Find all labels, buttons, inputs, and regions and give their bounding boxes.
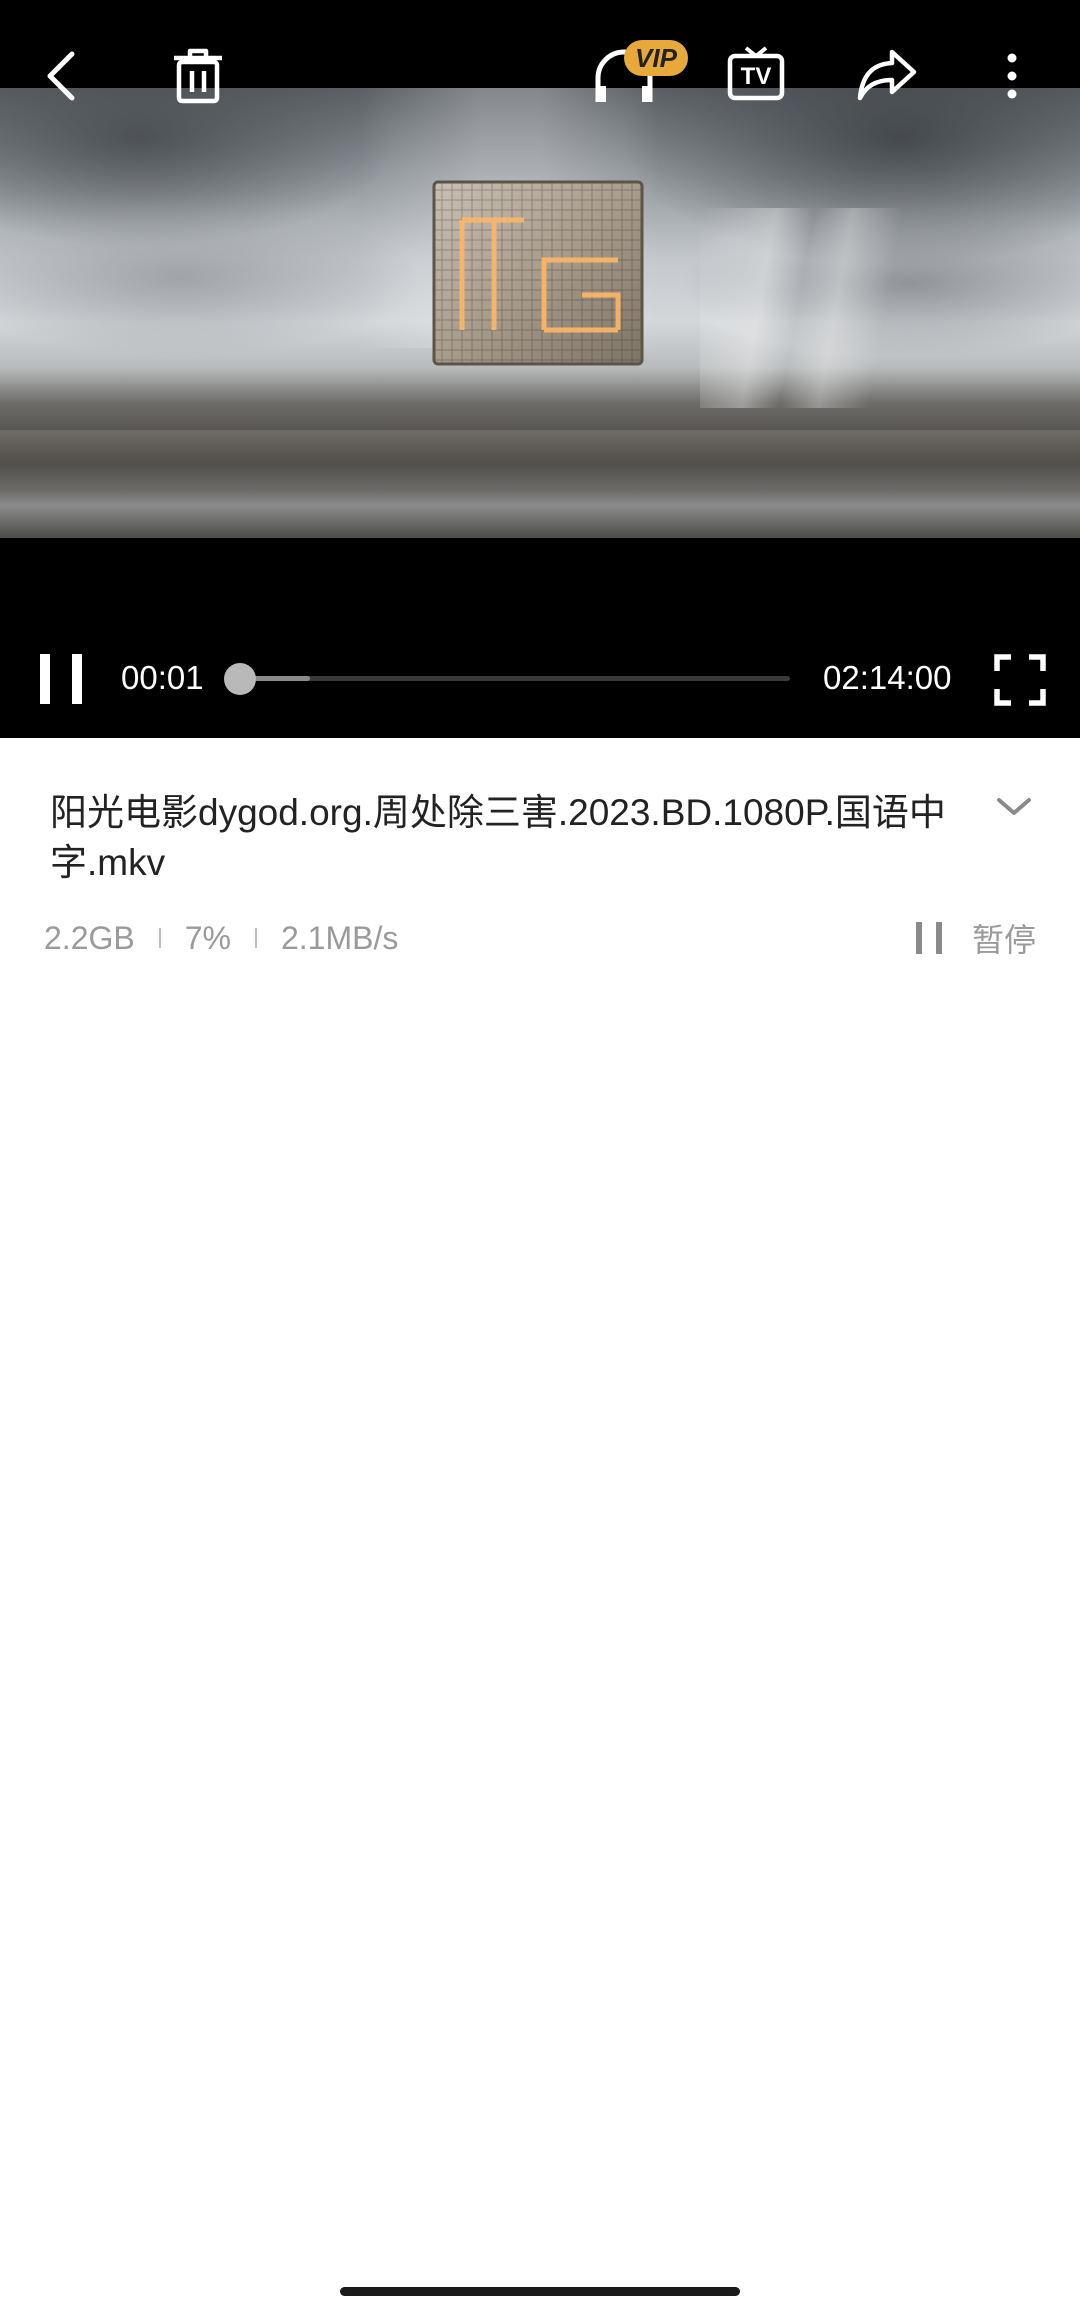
player-top-bar: VIP TV	[0, 0, 1080, 150]
pause-icon	[915, 922, 942, 954]
seek-bar[interactable]	[238, 676, 790, 681]
divider	[158, 928, 161, 948]
chevron-down-icon[interactable]	[996, 796, 1032, 818]
download-percent: 7%	[184, 919, 231, 956]
pause-download-button[interactable]: 暂停	[914, 914, 1036, 962]
file-size: 2.2GB	[44, 919, 135, 956]
trash-icon[interactable]	[168, 46, 228, 106]
light-rays	[700, 208, 920, 408]
download-meta: 2.2GB 7% 2.1MB/s	[44, 918, 398, 958]
video-player[interactable]: VIP TV 00:01 02:14:00	[0, 0, 1080, 738]
more-vertical-icon[interactable]	[1000, 52, 1024, 104]
vip-badge: VIP	[624, 40, 688, 76]
back-icon[interactable]	[40, 48, 82, 104]
home-indicator[interactable]	[340, 2287, 740, 2296]
fullscreen-icon[interactable]	[994, 654, 1046, 706]
current-time: 00:01	[121, 659, 204, 696]
player-controls: 00:01 02:14:00	[0, 620, 1080, 738]
video-frame[interactable]	[0, 88, 1080, 538]
divider	[254, 928, 257, 948]
share-icon[interactable]	[856, 46, 918, 102]
download-speed: 2.1MB/s	[280, 919, 399, 956]
studio-logo-cube	[432, 180, 644, 366]
total-time: 02:14:00	[823, 659, 952, 696]
cloud	[0, 198, 420, 358]
seek-thumb[interactable]	[224, 663, 256, 695]
ground	[0, 430, 1080, 538]
pause-download-label: 暂停	[971, 922, 1036, 958]
pause-icon[interactable]	[38, 654, 84, 704]
file-title: 阳光电影dygod.org.周处除三害.2023.BD.1080P.国语中字.m…	[50, 792, 946, 883]
tv-badge: TV	[740, 63, 772, 90]
